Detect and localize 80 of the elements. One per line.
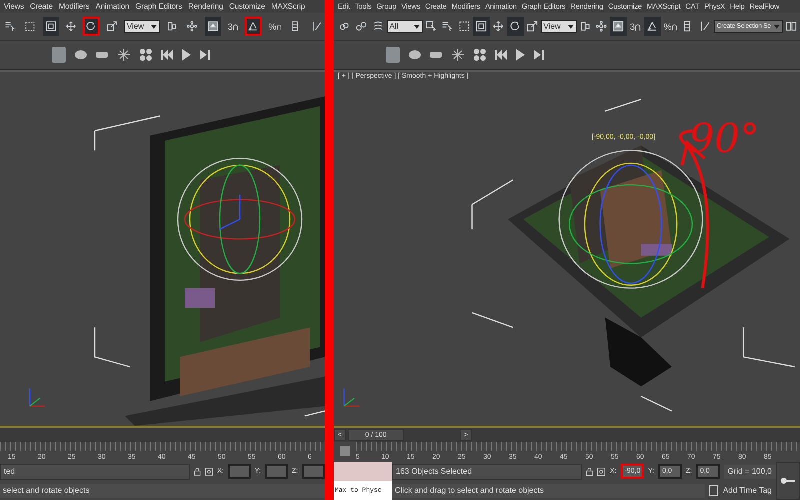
selection-status: ted	[0, 464, 190, 480]
snap-button[interactable]: 3	[224, 17, 242, 36]
pivot-node-icon	[596, 20, 608, 33]
scale-icon	[526, 20, 538, 33]
unlink-icon	[356, 20, 367, 33]
angle-snap-icon	[248, 20, 259, 33]
dots-grid-icon[interactable]	[474, 49, 486, 61]
dropdown[interactable]: All	[386, 20, 423, 33]
percent-snap-button[interactable]: %	[660, 17, 680, 36]
rotate-icon	[86, 20, 97, 33]
sparkle-icon[interactable]	[451, 48, 465, 62]
brick-icon[interactable]	[96, 52, 108, 58]
pivot-node-icon	[187, 20, 198, 33]
snap-button[interactable]: 3	[627, 17, 644, 36]
caret-icon	[774, 24, 780, 28]
caret-icon	[414, 24, 420, 28]
lock-icon[interactable]	[586, 466, 594, 478]
manipulate-icon	[613, 20, 624, 33]
dropdown[interactable]: View	[124, 20, 160, 33]
listener-input[interactable]	[334, 462, 392, 481]
prompt-text: select and rotate objects	[0, 484, 325, 498]
set-key-button[interactable]	[776, 462, 800, 500]
caret-icon	[150, 24, 157, 28]
brick-icon[interactable]	[430, 52, 442, 58]
window-crossing-icon	[476, 20, 488, 33]
selection-status: 163 Objects Selected	[392, 464, 582, 480]
select-icon	[426, 20, 436, 33]
axis-tripod-icon	[344, 388, 360, 407]
grid-size: Grid = 100,0	[724, 464, 776, 478]
handwritten-note: 90°	[689, 116, 760, 162]
move-icon	[66, 20, 76, 33]
prompt-text: Click and drag to select and rotate objects	[392, 484, 706, 498]
link-icon	[339, 20, 350, 33]
axis-tripod-icon	[29, 388, 45, 407]
move-icon	[493, 20, 504, 33]
angle-snap-button[interactable]	[245, 17, 262, 36]
window-crossing-icon	[46, 20, 56, 33]
edit-named-icon	[312, 20, 322, 33]
add-time-tag[interactable]: Add Time Tag	[723, 486, 776, 495]
teapot-icon[interactable]	[409, 50, 421, 60]
manipulate-button[interactable]	[610, 17, 628, 36]
coordinate-field[interactable]	[228, 464, 251, 479]
coordinate-field[interactable]	[302, 464, 325, 479]
window-crossing-button[interactable]	[42, 17, 59, 36]
angle-snap-icon	[647, 20, 658, 33]
document-icon[interactable]	[709, 484, 720, 496]
rotate-button[interactable]	[83, 17, 100, 36]
lock-icon[interactable]	[194, 466, 202, 478]
step-forward-icon[interactable]	[200, 50, 210, 60]
rotate-icon	[510, 20, 521, 33]
pivot-icon	[166, 20, 178, 33]
caret-icon	[568, 24, 574, 28]
manipulate-button[interactable]	[204, 17, 221, 36]
percent-snap-button[interactable]: %	[266, 17, 284, 36]
transform-mode-icon[interactable]	[597, 466, 606, 478]
rect-region-icon	[25, 20, 36, 33]
window-crossing-button[interactable]	[473, 17, 490, 36]
rect-region-icon	[459, 20, 470, 33]
edit-named-icon	[700, 20, 712, 33]
scale-icon	[106, 20, 117, 33]
play-icon[interactable]	[516, 49, 525, 61]
dropdown[interactable]: View	[540, 20, 577, 33]
select-by-name-icon	[5, 20, 16, 33]
rewind-icon[interactable]	[495, 50, 507, 60]
rotate-button[interactable]	[506, 17, 524, 36]
sparkle-icon[interactable]	[117, 48, 131, 62]
angle-snap-button[interactable]	[644, 17, 661, 36]
manipulate-icon	[208, 20, 218, 33]
teapot-icon[interactable]	[75, 50, 87, 60]
transform-mode-icon[interactable]	[205, 466, 214, 478]
step-forward-icon[interactable]	[534, 50, 544, 60]
coordinate-field[interactable]	[265, 464, 288, 479]
pivot-icon	[580, 20, 590, 33]
dots-grid-icon[interactable]	[140, 49, 152, 61]
key-icon	[781, 477, 795, 485]
bind-icon	[372, 20, 384, 33]
select-by-name-icon	[442, 20, 454, 33]
play-icon[interactable]	[182, 49, 191, 61]
rewind-icon[interactable]	[161, 50, 173, 60]
mirror-icon	[786, 20, 797, 33]
